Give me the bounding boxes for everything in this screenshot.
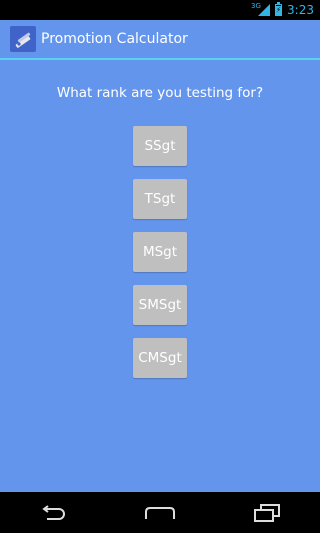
app-screen: Promotion Calculator What rank are you t… [0, 20, 320, 492]
status-bar: 3G ⚡ 3:23 [0, 0, 320, 20]
recent-apps-icon[interactable] [247, 498, 287, 528]
action-bar: Promotion Calculator [0, 20, 320, 60]
back-icon[interactable] [33, 498, 73, 528]
status-time: 3:23 [287, 3, 314, 17]
rank-button-cmsgt[interactable]: CMSgt [133, 338, 187, 378]
rank-button-tsgt[interactable]: TSgt [133, 179, 187, 219]
rank-button-msgt[interactable]: MSgt [133, 232, 187, 272]
rank-button-ssgt[interactable]: SSgt [133, 126, 187, 166]
app-title: Promotion Calculator [41, 31, 188, 47]
battery-icon: ⚡ [275, 2, 283, 16]
rank-question: What rank are you testing for? [56, 85, 264, 101]
network-type: 3G [251, 2, 261, 10]
rank-button-list: SSgt TSgt MSgt SMSgt CMSgt [133, 126, 187, 378]
navigation-bar [0, 492, 320, 533]
app-launcher-icon[interactable] [10, 26, 36, 52]
home-icon[interactable] [140, 498, 180, 528]
rank-button-smsgt[interactable]: SMSgt [133, 285, 187, 325]
signal-icon: 3G [251, 2, 271, 16]
